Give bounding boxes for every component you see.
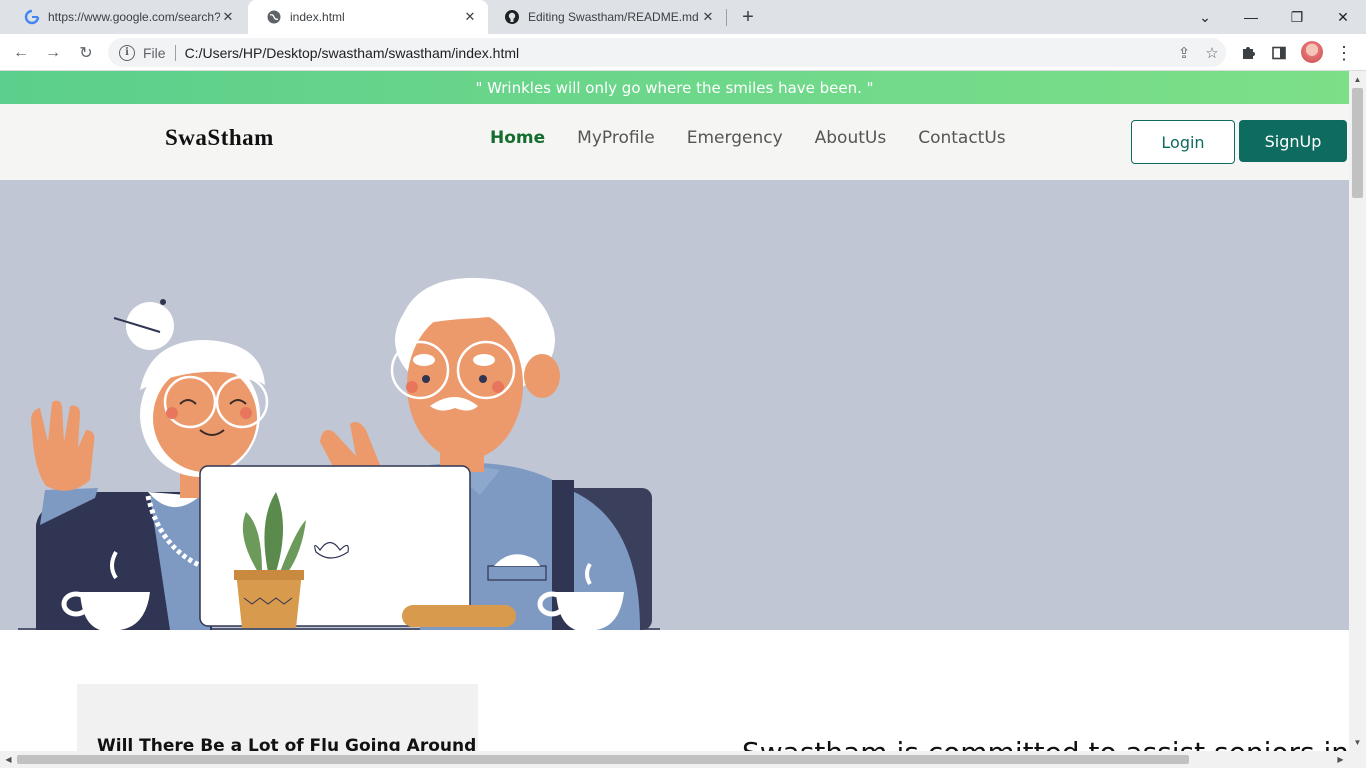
tab-separator xyxy=(726,9,727,26)
quote-banner: " Wrinkles will only go where the smiles… xyxy=(0,71,1349,104)
window-close-icon[interactable]: ✕ xyxy=(1320,0,1366,34)
tab-google-search[interactable]: https://www.google.com/search? ✕ xyxy=(6,0,246,34)
main-nav: Home MyProfile Emergency AboutUs Contact… xyxy=(474,128,1022,148)
scroll-right-arrow-icon[interactable]: ▶ xyxy=(1332,751,1349,768)
tab-github-readme[interactable]: Editing Swastham/README.md a ✕ xyxy=(486,0,726,34)
github-icon xyxy=(504,9,520,25)
menu-kebab-icon[interactable]: ⋮ xyxy=(1331,40,1357,66)
side-panel-icon[interactable] xyxy=(1266,40,1292,66)
address-separator xyxy=(174,44,176,61)
nav-myprofile[interactable]: MyProfile xyxy=(561,128,671,148)
reload-icon[interactable]: ↻ xyxy=(73,40,99,66)
horizontal-scrollbar[interactable]: ◀ ▶ xyxy=(0,751,1366,768)
vertical-scrollbar[interactable]: ▲ ▼ xyxy=(1349,71,1366,751)
nav-home[interactable]: Home xyxy=(474,128,561,148)
scroll-down-arrow-icon[interactable]: ▼ xyxy=(1349,734,1366,751)
nav-emergency[interactable]: Emergency xyxy=(671,128,799,148)
minimize-icon[interactable]: — xyxy=(1228,0,1274,34)
address-bar[interactable]: i File C:/Users/HP/Desktop/swastham/swas… xyxy=(108,38,1226,67)
globe-icon xyxy=(266,9,282,25)
horizontal-scroll-thumb[interactable] xyxy=(17,755,1189,764)
scroll-up-arrow-icon[interactable]: ▲ xyxy=(1349,71,1366,88)
new-tab-button[interactable]: + xyxy=(737,6,759,28)
nav-contactus[interactable]: ContactUs xyxy=(902,128,1021,148)
signup-button[interactable]: SignUp xyxy=(1239,120,1347,162)
share-icon[interactable]: ⇪ xyxy=(1170,44,1198,62)
lead-heading: Swastham is committed to assist seniors … xyxy=(742,736,1349,751)
tab-title: https://www.google.com/search? xyxy=(48,10,220,24)
tab-title: Editing Swastham/README.md a xyxy=(528,10,700,24)
info-icon[interactable]: i xyxy=(119,44,135,61)
tab-bar: https://www.google.com/search? ✕ index.h… xyxy=(0,0,1366,34)
close-icon[interactable]: ✕ xyxy=(462,9,478,25)
vertical-scroll-thumb[interactable] xyxy=(1352,88,1363,198)
article-card[interactable]: Will There Be a Lot of Flu Going Around xyxy=(77,684,478,751)
login-button[interactable]: Login xyxy=(1131,120,1235,164)
tab-title: index.html xyxy=(290,10,345,24)
back-arrow-icon[interactable]: ← xyxy=(8,40,34,66)
browser-toolbar: ← → ↻ i File C:/Users/HP/Desktop/swastha… xyxy=(0,34,1366,71)
forward-arrow-icon[interactable]: → xyxy=(40,40,66,66)
address-url[interactable]: C:/Users/HP/Desktop/swastham/swastham/in… xyxy=(185,45,1170,61)
close-icon[interactable]: ✕ xyxy=(700,9,716,25)
restore-icon[interactable]: ❐ xyxy=(1274,0,1320,34)
avatar[interactable] xyxy=(1301,41,1323,63)
page-viewport: " Wrinkles will only go where the smiles… xyxy=(0,71,1349,751)
tab-index-html[interactable]: index.html ✕ xyxy=(248,0,488,34)
brand-logo[interactable]: SwaStham xyxy=(165,125,274,151)
google-icon xyxy=(24,9,40,25)
star-icon[interactable]: ☆ xyxy=(1198,44,1226,62)
close-icon[interactable]: ✕ xyxy=(220,9,236,25)
nav-aboutus[interactable]: AboutUs xyxy=(799,128,903,148)
site-header: SwaStham Home MyProfile Emergency AboutU… xyxy=(0,104,1349,180)
address-scheme: File xyxy=(143,44,166,61)
hero-banner xyxy=(0,180,1349,630)
extensions-puzzle-icon[interactable] xyxy=(1235,40,1261,66)
article-title[interactable]: Will There Be a Lot of Flu Going Around xyxy=(97,736,476,751)
elderly-couple-illustration xyxy=(18,277,660,630)
tab-search-chevron-icon[interactable]: ⌄ xyxy=(1182,0,1228,34)
scroll-left-arrow-icon[interactable]: ◀ xyxy=(0,751,17,768)
